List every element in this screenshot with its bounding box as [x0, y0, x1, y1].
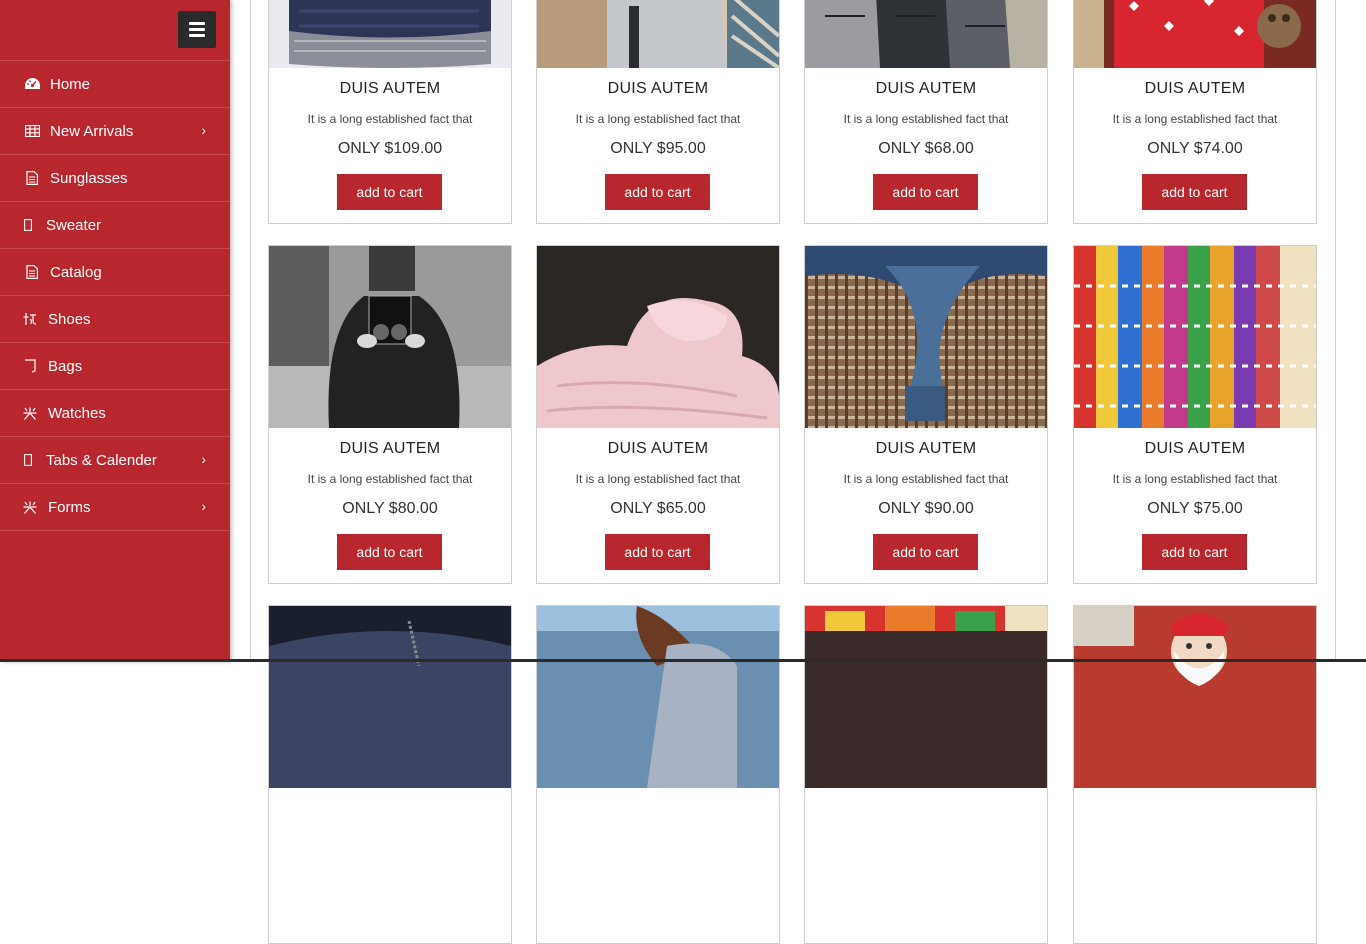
product-price: ONLY $75.00: [1147, 500, 1243, 517]
sidebar-item-label: Sweater: [46, 216, 102, 234]
product-price: ONLY $74.00: [1147, 140, 1243, 157]
sidebar-item-label: Watches: [48, 404, 106, 422]
product-title: DUIS AUTEM: [1144, 80, 1246, 97]
sidebar-header: [0, 0, 230, 61]
product-card: [804, 605, 1048, 944]
sidebar-item-label: Tabs & Calender: [46, 451, 157, 469]
product-image[interactable]: [537, 246, 779, 428]
sidebar: Home New Arrivals › Sunglasses Sweater C…: [0, 0, 230, 662]
product-description: It is a long established fact that: [843, 112, 1009, 126]
product-card: DUIS AUTEM It is a long established fact…: [536, 0, 780, 224]
add-to-cart-button[interactable]: add to cart: [873, 534, 978, 570]
sidebar-item-label: Home: [50, 75, 91, 93]
add-to-cart-button[interactable]: add to cart: [605, 174, 710, 210]
product-card: DUIS AUTEM It is a long established fact…: [268, 245, 512, 584]
product-card: DUIS AUTEM It is a long established fact…: [1073, 0, 1317, 224]
sidebar-item-label: Sunglasses: [50, 169, 128, 187]
product-title: DUIS AUTEM: [1144, 440, 1246, 457]
add-to-cart-button[interactable]: add to cart: [337, 534, 442, 570]
product-image[interactable]: [805, 246, 1047, 428]
product-image[interactable]: [269, 0, 511, 68]
chevron-right-icon: ›: [201, 451, 206, 467]
sidebar-item-label: Shoes: [48, 310, 91, 328]
product-card: [268, 605, 512, 944]
file-icon: [22, 171, 42, 185]
product-title: DUIS AUTEM: [875, 440, 977, 457]
mobile-icon: [18, 219, 38, 231]
sidebar-item-label: New Arrivals: [50, 122, 134, 140]
sidebar-item-sweater[interactable]: Sweater: [0, 202, 230, 249]
product-price: ONLY $68.00: [878, 140, 974, 157]
product-title: DUIS AUTEM: [875, 80, 977, 97]
product-description: It is a long established fact that: [575, 112, 741, 126]
glyph-icon: [20, 312, 40, 326]
product-description: It is a long established fact that: [843, 472, 1009, 486]
sidebar-item-forms[interactable]: Forms ›: [0, 484, 230, 531]
product-image[interactable]: [1074, 246, 1316, 428]
product-price: ONLY $109.00: [337, 140, 443, 157]
product-card: [1073, 605, 1317, 944]
sidebar-item-tabs-calender[interactable]: Tabs & Calender ›: [0, 437, 230, 484]
product-card: DUIS AUTEM It is a long established fact…: [536, 245, 780, 584]
product-description: It is a long established fact that: [307, 112, 473, 126]
sidebar-item-bags[interactable]: Bags: [0, 343, 230, 390]
product-title: DUIS AUTEM: [339, 440, 441, 457]
sidebar-item-new-arrivals[interactable]: New Arrivals ›: [0, 108, 230, 155]
sidebar-item-watches[interactable]: Watches: [0, 390, 230, 437]
dashboard-icon: [22, 77, 42, 91]
product-image[interactable]: [805, 0, 1047, 68]
product-image[interactable]: [805, 606, 1047, 788]
add-to-cart-button[interactable]: add to cart: [1142, 174, 1247, 210]
product-grid: DUIS AUTEM It is a long established fact…: [250, 0, 1336, 944]
glyph-icon: [20, 501, 40, 514]
product-card: DUIS AUTEM It is a long established fact…: [268, 0, 512, 224]
sidebar-item-label: Forms: [48, 498, 91, 516]
sidebar-item-sunglasses[interactable]: Sunglasses: [0, 155, 230, 202]
product-card: DUIS AUTEM It is a long established fact…: [1073, 245, 1317, 584]
sidebar-item-catalog[interactable]: Catalog: [0, 249, 230, 296]
hamburger-icon: [189, 22, 205, 25]
product-card: DUIS AUTEM It is a long established fact…: [804, 0, 1048, 224]
product-description: It is a long established fact that: [575, 472, 741, 486]
product-image[interactable]: [1074, 606, 1316, 788]
sidebar-item-label: Catalog: [50, 263, 102, 281]
add-to-cart-button[interactable]: add to cart: [1142, 534, 1247, 570]
product-card: DUIS AUTEM It is a long established fact…: [804, 245, 1048, 584]
add-to-cart-button[interactable]: add to cart: [873, 174, 978, 210]
product-description: It is a long established fact that: [1112, 472, 1278, 486]
product-price: ONLY $80.00: [342, 500, 438, 517]
sidebar-item-shoes[interactable]: Shoes: [0, 296, 230, 343]
product-price: ONLY $65.00: [610, 500, 706, 517]
sidebar-item-label: Bags: [48, 357, 83, 375]
chevron-right-icon: ›: [201, 498, 206, 514]
mobile-icon: [18, 454, 38, 466]
table-icon: [22, 125, 42, 137]
product-title: DUIS AUTEM: [607, 80, 709, 97]
product-title: DUIS AUTEM: [339, 80, 441, 97]
product-image[interactable]: [537, 606, 779, 788]
glyph-icon: [20, 407, 40, 420]
product-image[interactable]: [537, 0, 779, 68]
product-price: ONLY $90.00: [878, 500, 974, 517]
product-image[interactable]: [269, 246, 511, 428]
add-to-cart-button[interactable]: add to cart: [337, 174, 442, 210]
sidebar-item-home[interactable]: Home: [0, 61, 230, 108]
product-title: DUIS AUTEM: [607, 440, 709, 457]
product-price: ONLY $95.00: [610, 140, 706, 157]
glyph-icon: [20, 359, 40, 373]
product-image[interactable]: [1074, 0, 1316, 68]
product-image[interactable]: [269, 606, 511, 788]
product-card: [536, 605, 780, 944]
chevron-right-icon: ›: [201, 122, 206, 138]
product-description: It is a long established fact that: [1112, 112, 1278, 126]
add-to-cart-button[interactable]: add to cart: [605, 534, 710, 570]
product-description: It is a long established fact that: [307, 472, 473, 486]
file-icon: [22, 265, 42, 279]
menu-toggle-button[interactable]: [178, 11, 216, 48]
